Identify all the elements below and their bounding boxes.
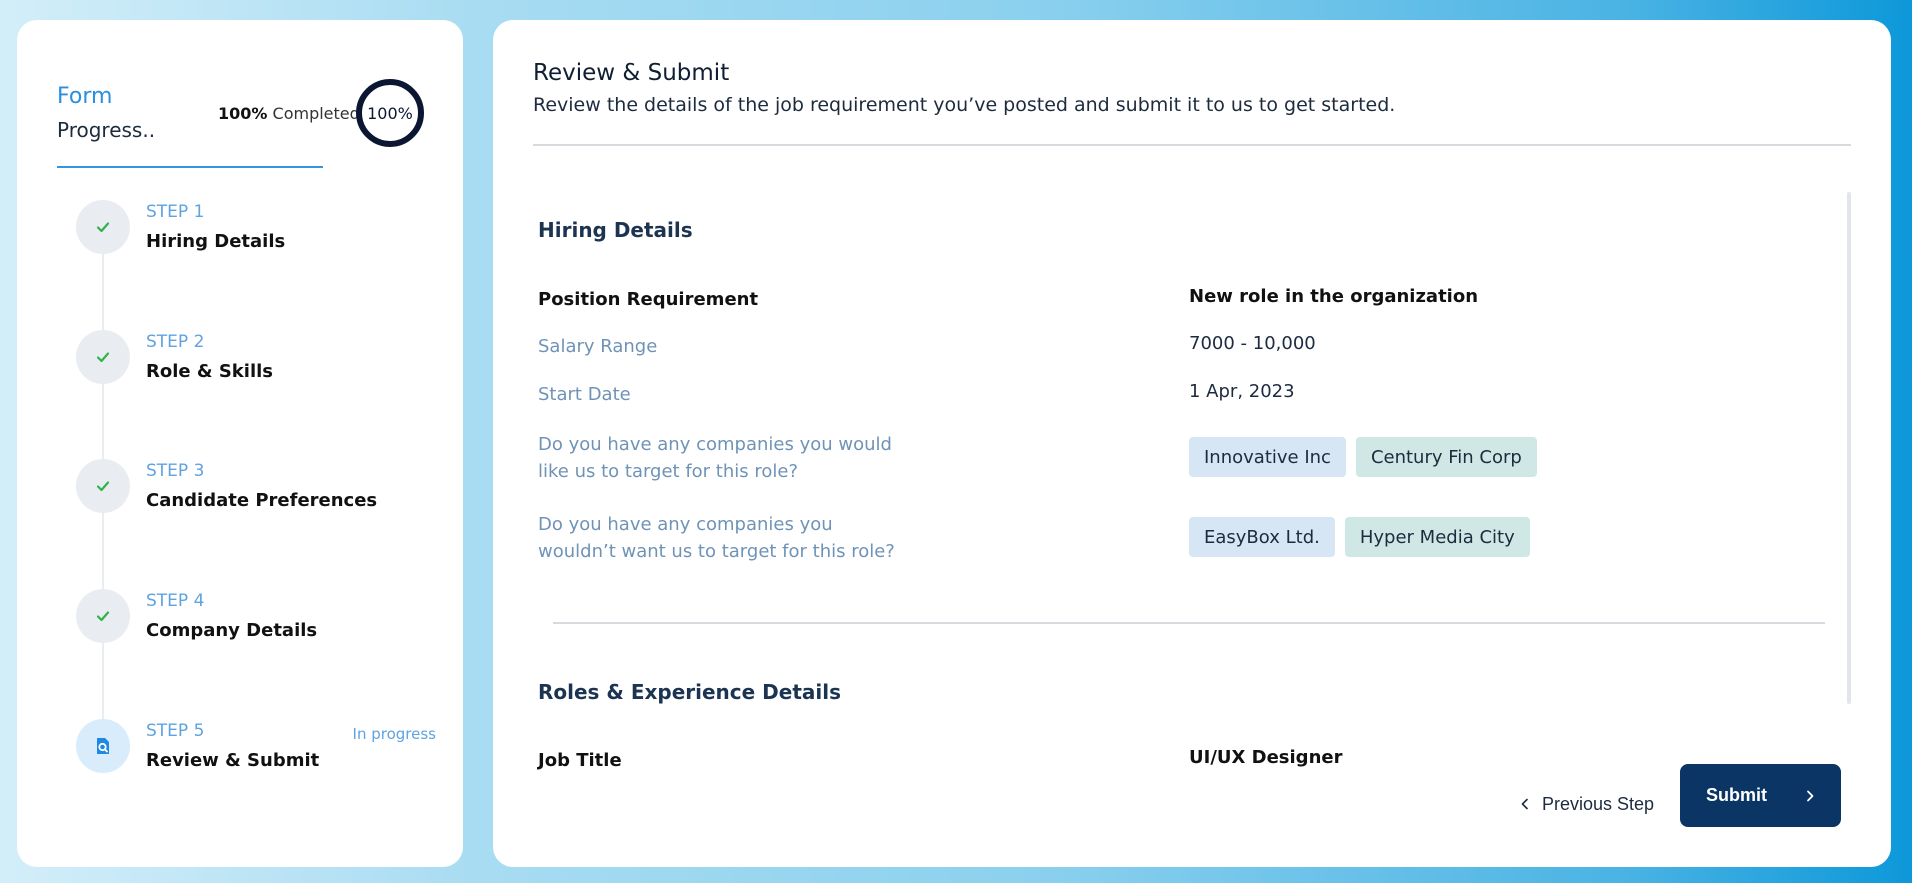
check-icon <box>96 352 110 363</box>
step-number: STEP 4 <box>146 591 205 611</box>
company-tag: Innovative Inc <box>1189 437 1346 477</box>
progress-ring-label: 100% <box>367 103 413 123</box>
position-label: Position Requirement <box>538 289 759 310</box>
chevron-right-icon <box>1807 790 1814 801</box>
progress-label: Progress.. <box>57 118 156 142</box>
check-icon <box>96 611 110 622</box>
step-role-skills[interactable]: STEP 2 Role & Skills <box>76 330 436 400</box>
document-search-icon <box>97 738 109 754</box>
step-1-indicator <box>76 200 130 254</box>
step-number: STEP 2 <box>146 332 205 352</box>
section-divider <box>553 622 1825 624</box>
step-5-indicator <box>76 719 130 773</box>
completed-text: 100% Completed <box>218 104 360 123</box>
completed-label: Completed <box>272 104 360 123</box>
salary-label: Salary Range <box>538 336 658 357</box>
target-label-line-1: Do you have any companies you would <box>538 434 892 455</box>
step-title: Role & Skills <box>146 361 273 382</box>
progress-underline <box>57 166 323 168</box>
page-title: Review & Submit <box>533 60 730 86</box>
step-title: Company Details <box>146 620 318 641</box>
step-3-indicator <box>76 459 130 513</box>
avoid-label-line-1: Do you have any companies you <box>538 514 833 535</box>
step-status-badge: In progress <box>352 725 436 743</box>
avoid-companies-tags: EasyBox Ltd. Hyper Media City <box>1189 517 1530 557</box>
step-review-submit[interactable]: STEP 5 Review & Submit In progress <box>76 719 436 789</box>
previous-step-label: Previous Step <box>1542 793 1655 814</box>
step-number: STEP 5 <box>146 721 205 741</box>
progress-header: Form Progress.. 100% Completed 100% <box>57 64 427 168</box>
scrollbar[interactable] <box>1847 192 1851 704</box>
salary-value: 7000 - 10,000 <box>1189 333 1316 354</box>
submit-label: Submit <box>1706 785 1767 805</box>
form-progress-panel: Form Progress.. 100% Completed 100% STEP… <box>17 20 463 867</box>
company-tag: EasyBox Ltd. <box>1189 517 1335 557</box>
form-label: Form <box>57 84 113 109</box>
step-candidate-preferences[interactable]: STEP 3 Candidate Preferences <box>76 459 436 529</box>
step-title: Hiring Details <box>146 231 286 252</box>
review-scroll-area[interactable]: Hiring Details Position Requirement New … <box>493 188 1891 773</box>
start-date-value: 1 Apr, 2023 <box>1189 381 1295 402</box>
target-companies-label: Do you have any companies you would like… <box>538 431 892 485</box>
page-subtitle: Review the details of the job requiremen… <box>533 94 1396 116</box>
position-value: New role in the organization <box>1189 286 1479 307</box>
target-companies-tags: Innovative Inc Century Fin Corp <box>1189 437 1537 477</box>
start-date-label: Start Date <box>538 384 631 405</box>
step-title: Review & Submit <box>146 750 320 771</box>
step-hiring-details[interactable]: STEP 1 Hiring Details <box>76 200 436 270</box>
target-label-line-2: like us to target for this role? <box>538 461 799 482</box>
chevron-left-icon <box>1521 798 1528 810</box>
step-4-indicator <box>76 589 130 643</box>
review-panel: Review & Submit Review the details of th… <box>493 20 1891 867</box>
completed-percent: 100% <box>218 104 268 123</box>
job-title-label: Job Title <box>538 750 622 771</box>
header-divider <box>533 144 1851 146</box>
section-title-hiring: Hiring Details <box>538 218 693 242</box>
avoid-label-line-2: wouldn’t want us to target for this role… <box>538 541 895 562</box>
company-tag: Century Fin Corp <box>1355 437 1537 477</box>
previous-step-button[interactable]: Previous Step <box>1520 784 1654 824</box>
step-company-details[interactable]: STEP 4 Company Details <box>76 589 436 659</box>
progress-ring: 100% <box>356 79 424 147</box>
step-number: STEP 1 <box>146 202 205 222</box>
avoid-companies-label: Do you have any companies you wouldn’t w… <box>538 511 895 565</box>
company-tag: Hyper Media City <box>1344 517 1530 557</box>
job-title-value: UI/UX Designer <box>1189 747 1343 768</box>
step-number: STEP 3 <box>146 461 205 481</box>
step-2-indicator <box>76 330 130 384</box>
section-title-roles: Roles & Experience Details <box>538 680 842 704</box>
check-icon <box>96 481 110 492</box>
check-icon <box>96 222 110 233</box>
submit-button[interactable]: Submit <box>1680 764 1841 827</box>
step-title: Candidate Preferences <box>146 490 378 511</box>
